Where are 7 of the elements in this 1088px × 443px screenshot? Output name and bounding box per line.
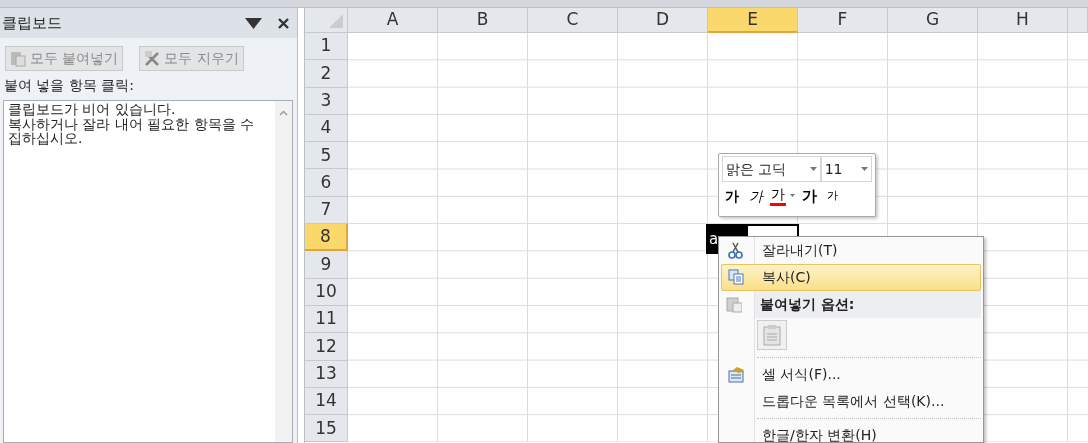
field-value: 11 [824,159,843,179]
section-header: 붙여넣기 옵션: [760,295,855,314]
message-text: 복사하거나 잘라 내어 필요한 항목을 수집하십시오. [8,116,255,147]
instruction-text: 붙여 넣을 항목 클릭: [3,76,136,95]
message-text: 클립보드가 비어 있습니다. [8,102,177,117]
pane-title: 클립보드 [2,12,62,34]
field-value: 맑은 고딕 [726,159,787,179]
